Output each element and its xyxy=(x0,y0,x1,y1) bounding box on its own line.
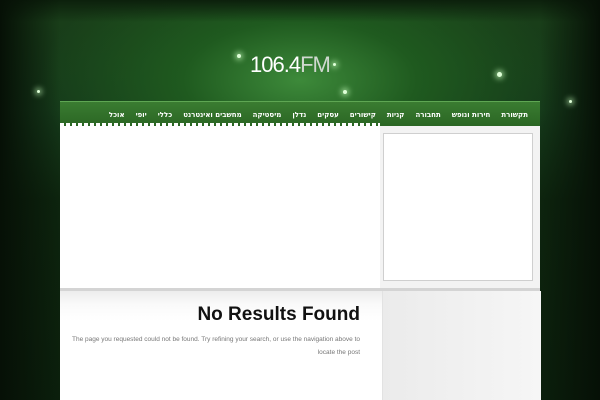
page-title: No Results Found xyxy=(197,304,360,325)
nav-item[interactable]: מיסטיקה xyxy=(253,111,282,119)
right-vignette xyxy=(540,0,600,400)
nav-item[interactable]: יופי xyxy=(136,111,147,119)
main-content: No Results Found The page you requested … xyxy=(60,291,382,400)
nav-item[interactable]: נדלן xyxy=(292,111,306,119)
station-logo[interactable]: 106.4FM xyxy=(250,52,331,78)
sparkle xyxy=(343,90,347,94)
top-strip xyxy=(0,0,600,22)
nav-item[interactable]: כללי xyxy=(158,111,173,119)
sparkle xyxy=(237,54,241,58)
content-top-panel xyxy=(60,123,380,288)
sparkle xyxy=(569,100,572,103)
nav-item[interactable]: עסקים xyxy=(317,111,339,119)
logo-number: 106.4 xyxy=(250,52,301,77)
nav-item[interactable]: חירות ונופש xyxy=(452,111,491,119)
sidebar xyxy=(382,291,541,400)
sparkle xyxy=(497,72,502,77)
nav-item[interactable]: תקשורת xyxy=(501,111,528,119)
sparkle xyxy=(333,63,336,66)
not-found-message: The page you requested could not be foun… xyxy=(72,336,360,343)
not-found-message-line2: locate the post xyxy=(317,349,360,356)
nav-item[interactable]: אוכל xyxy=(109,111,125,119)
nav-item[interactable]: מחשבים ואינטרנט xyxy=(183,111,241,119)
nav-item[interactable]: תחבורה xyxy=(415,111,440,119)
sparkle xyxy=(37,90,40,93)
left-vignette xyxy=(0,0,60,400)
nav-item[interactable]: קישורים xyxy=(350,111,376,119)
logo-fm: FM xyxy=(300,52,331,77)
nav-item[interactable]: קניות xyxy=(387,111,405,119)
sidebar-ad-box xyxy=(383,133,533,281)
